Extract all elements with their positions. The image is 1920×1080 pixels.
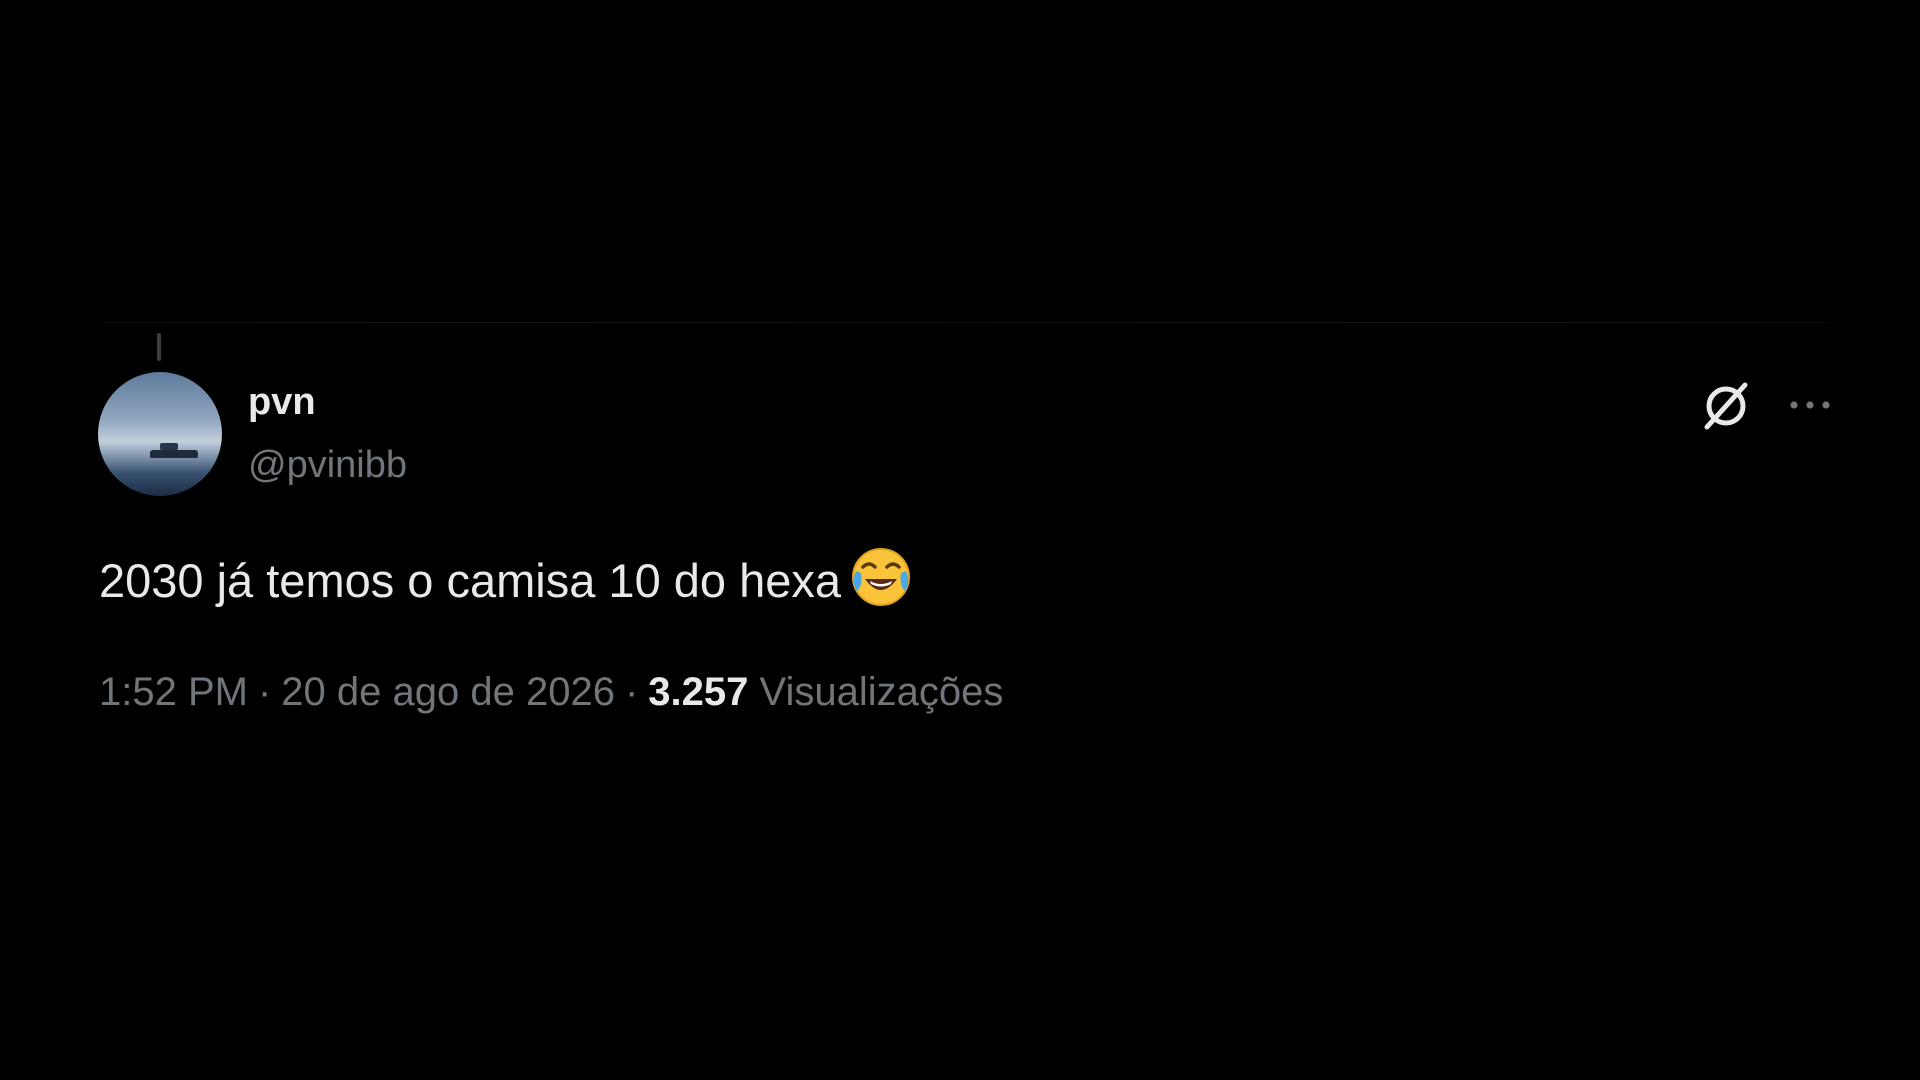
more-horizontal-icon[interactable] bbox=[1782, 380, 1838, 430]
author-handle[interactable]: @pvinibb bbox=[248, 442, 407, 488]
grok-icon[interactable] bbox=[1698, 378, 1754, 434]
tweet-card: pvn @pvinibb 2030 já temos o camisa 10 d… bbox=[0, 0, 1920, 1080]
tweet-text-content: 2030 já temos o camisa 10 do hexa bbox=[99, 554, 842, 607]
avatar-boat-cabin bbox=[160, 443, 178, 450]
meta-separator: · bbox=[257, 670, 272, 714]
avatar-boat bbox=[150, 450, 198, 458]
views-label: Visualizações bbox=[759, 670, 1004, 714]
views-count: 3.257 bbox=[648, 670, 749, 714]
face-with-tears-of-joy-icon bbox=[849, 545, 913, 609]
tweet-timestamp-time[interactable]: 1:52 PM bbox=[99, 670, 248, 714]
tweet-meta: 1:52 PM · 20 de ago de 2026 · 3.257 Visualiz… bbox=[99, 665, 1003, 719]
avatar[interactable] bbox=[98, 372, 222, 496]
tweet-text: 2030 já temos o camisa 10 do hexa bbox=[99, 545, 913, 610]
tweet-timestamp-date[interactable]: 20 de ago de 2026 bbox=[281, 670, 615, 714]
divider bbox=[100, 322, 1830, 323]
thread-connector-line bbox=[157, 333, 161, 361]
meta-separator: · bbox=[624, 670, 639, 714]
author-display-name[interactable]: pvn bbox=[248, 380, 316, 424]
